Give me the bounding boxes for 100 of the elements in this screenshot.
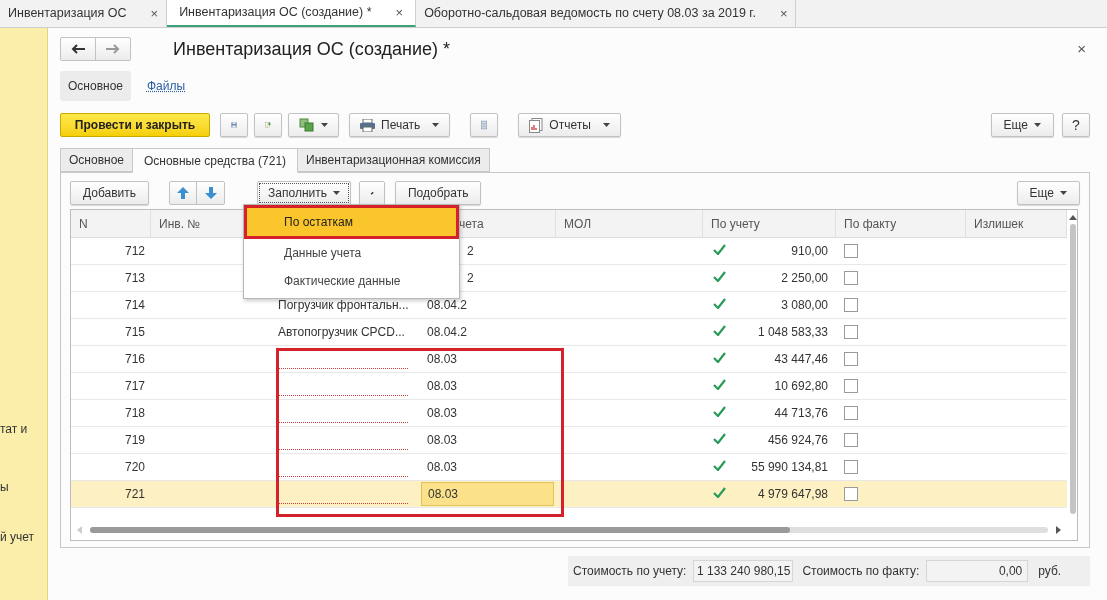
table-cell-text: 714 [124,297,145,314]
window-tab[interactable]: Инвентаризация ОС (создание) * × [167,0,417,27]
scroll-up-icon[interactable] [1068,214,1077,220]
create-based-on-button[interactable] [288,113,339,137]
fill-button[interactable]: Заполнить [257,181,351,205]
close-icon[interactable]: × [395,2,404,23]
tab[interactable]: Основные средства (721) [132,148,299,173]
checkbox[interactable] [844,406,858,420]
table-cell-text: 3 080,00 [781,297,828,314]
section-link[interactable]: Файлы [139,71,194,101]
column-header[interactable]: чета [459,214,484,233]
column-header[interactable]: N [79,214,88,233]
table-cell-text: 10 692,80 [774,378,828,395]
checkbox[interactable] [844,379,858,393]
account-field[interactable]: 08.03 [421,482,554,506]
more-button[interactable]: Еще [1016,181,1080,205]
sidebar-item[interactable]: й учет [0,528,47,546]
checkbox[interactable] [844,460,858,474]
table-cell-text: 720 [124,459,145,476]
print-button[interactable]: Печать [349,113,451,137]
checkbox[interactable] [844,352,858,366]
table-cell-text: 08.04.2 [426,324,469,341]
menu-item[interactable]: По остаткам [244,205,459,239]
reports-button[interactable]: Отчеты [518,113,621,137]
printer-icon [360,118,375,132]
table-cell-text: 08.03 [426,432,459,449]
currency-label: руб. [1038,563,1062,580]
save-button[interactable] [220,113,248,137]
table-cell-text: Погрузчик фронтальн... [278,297,409,314]
add-button[interactable]: Добавить [70,181,150,205]
forward-arrow-icon [106,44,120,54]
back-arrow-icon [71,44,85,54]
table-cell-text: 716 [124,351,145,368]
table-row[interactable]: 721 08.03 4 979 647,98 [71,481,1067,508]
total-field: 1 133 240 980,15 [693,560,794,582]
checkbox[interactable] [844,298,858,312]
table-cell-text: Автопогрузчик CPCD... [278,324,405,341]
form-title: Инвентаризация ОС (создание) * [173,37,451,61]
vertical-scrollbar[interactable] [1068,214,1077,514]
checkbox[interactable] [844,487,858,501]
caret-icon [1060,191,1067,195]
table-cell-text: 44 713,76 [774,405,828,422]
scroll-left-icon[interactable] [77,526,82,534]
post-and-close-button[interactable]: Провести и закрыть [60,113,210,137]
close-icon[interactable]: × [150,3,159,24]
column-header[interactable]: МОЛ [564,214,592,233]
list-button[interactable] [470,113,499,137]
post-button[interactable] [254,113,282,137]
sidebar-item[interactable]: ы [0,478,47,496]
pick-button[interactable]: Подобрать [394,181,482,205]
menu-item[interactable]: Данные учета [244,239,459,267]
horizontal-scrollbar[interactable] [77,526,1061,534]
checkbox[interactable] [844,244,858,258]
table-cell-text: 1 048 583,33 [757,324,828,341]
help-button[interactable]: ? [1062,113,1090,137]
down-arrow-icon [204,187,217,199]
total-label: Стоимость по учету: [573,563,687,580]
total-label: Стоимость по факту: [802,563,920,580]
checkbox[interactable] [844,325,858,339]
table-cell-text: 4 979 647,98 [757,486,828,503]
table-cell-text: 713 [124,270,145,287]
table-cell-text: 08.04.2 [426,297,469,314]
table-cell-text: 2 [467,270,474,287]
column-header[interactable]: По учету [711,214,760,233]
column-header[interactable]: Излишек [974,214,1024,233]
tab[interactable]: Основное [60,148,133,172]
caret-icon [432,123,440,127]
table-cell-text: 718 [124,405,145,422]
menu-item[interactable]: Фактические данные [244,267,459,295]
table-cell-text: 712 [124,243,145,260]
caret-icon [1034,123,1041,127]
column-header[interactable]: По факту [844,214,897,233]
table-cell-text: 08.03 [426,378,459,395]
sidebar-item[interactable]: тат и [0,420,47,438]
barcode-scanner-button[interactable] [358,181,385,205]
window-tab[interactable]: Оборотно-сальдовая ведомость по счету 08.03 за 2019 г. × [416,0,797,27]
tab-title: Оборотно-сальдовая ведомость по счету 08.03 за 2019 г. [424,5,756,23]
up-arrow-icon [177,187,190,199]
table-cell-text: 43 447,46 [774,351,828,368]
tab-title: Инвентаризация ОС [8,5,127,23]
tab[interactable]: Инвентаризационная комиссия [297,148,490,172]
column-header[interactable]: Инв. № [159,214,201,233]
report-icon [529,117,544,133]
checkbox[interactable] [844,433,858,447]
table-cell-text: 719 [124,432,145,449]
list-icon [481,118,488,132]
table-cell-text: 08.03 [426,459,459,476]
more-button[interactable]: Еще [990,113,1054,137]
scroll-right-icon[interactable] [1056,526,1061,534]
checkbox[interactable] [844,271,858,285]
table-cell-text: 55 990 134,81 [751,459,828,476]
total-field: 0,00 [926,560,1029,582]
section-link[interactable]: Основное [60,71,131,101]
caret-icon [321,123,328,127]
table-cell-text: 456 924,76 [767,432,828,449]
table-cell-text: 910,00 [791,243,828,260]
close-icon[interactable]: × [779,3,788,24]
table-cell-text: 2 [467,243,474,260]
table-cell-text: 715 [124,324,145,341]
close-icon[interactable]: × [1077,37,1086,61]
